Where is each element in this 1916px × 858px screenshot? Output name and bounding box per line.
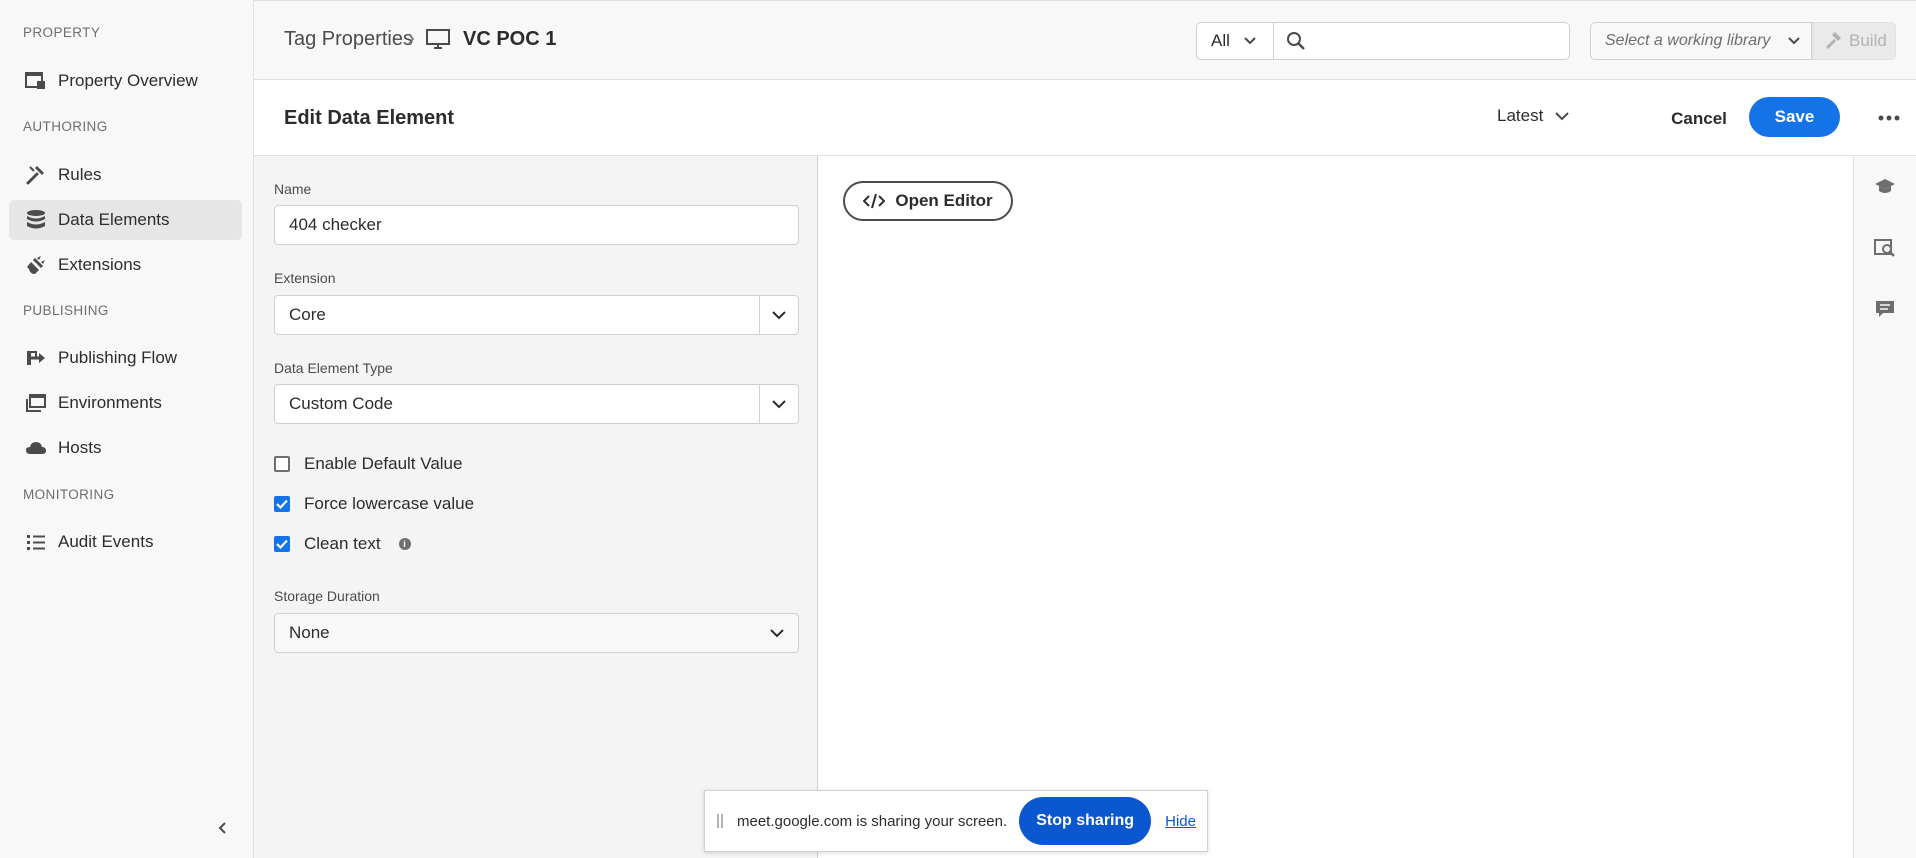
share-message: meet.google.com is sharing your screen. xyxy=(737,812,1008,830)
working-library-select[interactable]: Select a working library xyxy=(1590,22,1812,60)
enable-default-value-option: Enable Default Value xyxy=(274,454,462,474)
sidebar-item-label: Rules xyxy=(58,165,102,184)
environments-icon xyxy=(24,391,48,415)
enable-default-value-checkbox[interactable] xyxy=(274,456,290,472)
sidebar-item-property-overview[interactable]: Property Overview xyxy=(9,61,242,101)
checkbox-label: Force lowercase value xyxy=(304,494,475,513)
sidebar-item-label: Property Overview xyxy=(58,71,198,90)
sidebar-item-data-elements[interactable]: Data Elements xyxy=(9,200,242,240)
sidebar-item-label: Audit Events xyxy=(58,532,154,551)
right-rail xyxy=(1853,156,1916,858)
sidebar-item-label: Data Elements xyxy=(58,210,170,229)
sidebar-item-label: Publishing Flow xyxy=(58,348,178,367)
force-lowercase-checkbox[interactable] xyxy=(274,496,290,512)
breadcrumb-current: VC POC 1 xyxy=(463,28,557,50)
storage-duration-select[interactable]: None xyxy=(274,613,799,653)
collapse-sidebar-chevron-icon[interactable] xyxy=(210,816,234,840)
breadcrumb-chevron-icon xyxy=(407,32,415,46)
storage-duration-value: None xyxy=(289,623,330,642)
chevron-down-icon xyxy=(770,628,784,638)
checkmark-icon xyxy=(276,499,288,509)
extension-value: Core xyxy=(289,305,326,324)
comments-icon[interactable] xyxy=(1872,296,1898,322)
chevron-down-icon xyxy=(1555,111,1570,121)
publishing-flow-icon xyxy=(24,346,48,370)
cancel-button[interactable]: Cancel xyxy=(1659,100,1739,138)
build-label: Build xyxy=(1849,31,1887,50)
monitor-icon xyxy=(426,28,450,50)
audit-events-icon xyxy=(24,530,48,554)
drag-handle-icon[interactable] xyxy=(717,814,723,828)
name-label: Name xyxy=(274,181,312,197)
checkbox-label: Clean text xyxy=(304,534,381,553)
section-heading-publishing: PUBLISHING xyxy=(23,303,109,318)
scope-value: All xyxy=(1211,31,1230,50)
data-element-type-select[interactable]: Custom Code xyxy=(274,384,799,424)
chevron-down-icon[interactable] xyxy=(759,385,798,423)
breadcrumb-parent[interactable]: Tag Properties xyxy=(284,28,413,51)
sidebar-item-label: Hosts xyxy=(58,438,102,457)
chevron-down-icon[interactable] xyxy=(759,296,798,334)
sidebar-item-environments[interactable]: Environments xyxy=(9,383,242,423)
editor-header: Edit Data Element Latest Cancel Save xyxy=(254,80,1916,156)
section-heading-property: PROPERTY xyxy=(23,25,101,40)
data-elements-icon xyxy=(24,208,48,232)
data-element-type-label: Data Element Type xyxy=(274,360,393,376)
extensions-icon xyxy=(24,253,48,277)
revision-select[interactable]: Latest xyxy=(1497,106,1570,126)
build-button[interactable]: Build xyxy=(1812,22,1896,60)
chevron-down-icon xyxy=(1244,37,1256,45)
search-icon xyxy=(1286,31,1306,51)
sidebar-item-hosts[interactable]: Hosts xyxy=(9,428,242,468)
sidebar-item-label: Extensions xyxy=(58,255,142,274)
preview-search-icon[interactable] xyxy=(1872,235,1898,261)
storage-duration-label: Storage Duration xyxy=(274,588,380,604)
chevron-down-icon xyxy=(1788,37,1801,45)
info-icon[interactable]: i xyxy=(398,538,411,550)
working-library-placeholder: Select a working library xyxy=(1605,32,1771,49)
section-heading-authoring: AUTHORING xyxy=(23,119,108,134)
stop-sharing-button[interactable]: Stop sharing xyxy=(1019,797,1152,845)
data-element-form: Name Extension Core Data Element Type Cu… xyxy=(254,156,818,858)
checkmark-icon xyxy=(276,539,288,549)
code-icon xyxy=(863,193,886,209)
sidebar-item-publishing-flow[interactable]: Publishing Flow xyxy=(9,338,242,378)
screen-share-bar: meet.google.com is sharing your screen. … xyxy=(704,790,1208,852)
search-input[interactable] xyxy=(1314,32,1564,50)
search-box xyxy=(1274,22,1570,60)
open-editor-button[interactable]: Open Editor xyxy=(843,181,1013,221)
force-lowercase-option: Force lowercase value xyxy=(274,494,474,514)
checkbox-label: Enable Default Value xyxy=(304,454,463,473)
hammer-icon xyxy=(1825,32,1843,50)
sidebar-item-label: Environments xyxy=(58,393,162,412)
extension-label: Extension xyxy=(274,270,336,286)
rules-icon xyxy=(24,163,48,187)
sidebar-item-extensions[interactable]: Extensions xyxy=(9,245,242,285)
sidebar: PROPERTY Property Overview AUTHORING Rul… xyxy=(0,0,254,858)
clean-text-option: Clean text i xyxy=(274,534,411,554)
extension-select[interactable]: Core xyxy=(274,295,799,335)
property-overview-icon xyxy=(24,69,48,93)
data-element-type-value: Custom Code xyxy=(289,394,393,413)
code-editor-area: Open Editor xyxy=(818,156,1853,858)
save-button[interactable]: Save xyxy=(1749,97,1840,137)
more-options-icon[interactable] xyxy=(1874,106,1904,130)
hosts-cloud-icon xyxy=(24,436,48,460)
open-editor-label: Open Editor xyxy=(895,191,993,210)
sidebar-item-rules[interactable]: Rules xyxy=(9,155,242,195)
section-heading-monitoring: MONITORING xyxy=(23,487,115,502)
name-field[interactable] xyxy=(274,205,799,245)
sidebar-item-audit-events[interactable]: Audit Events xyxy=(9,522,242,562)
page-title: Edit Data Element xyxy=(284,107,455,129)
top-bar: Tag Properties VC POC 1 All Select a wor… xyxy=(254,0,1916,80)
search-scope-select[interactable]: All xyxy=(1196,22,1274,60)
learn-graduation-cap-icon[interactable] xyxy=(1872,174,1898,200)
clean-text-checkbox[interactable] xyxy=(274,536,290,552)
revision-value: Latest xyxy=(1497,106,1544,125)
hide-link[interactable]: Hide xyxy=(1165,813,1196,830)
